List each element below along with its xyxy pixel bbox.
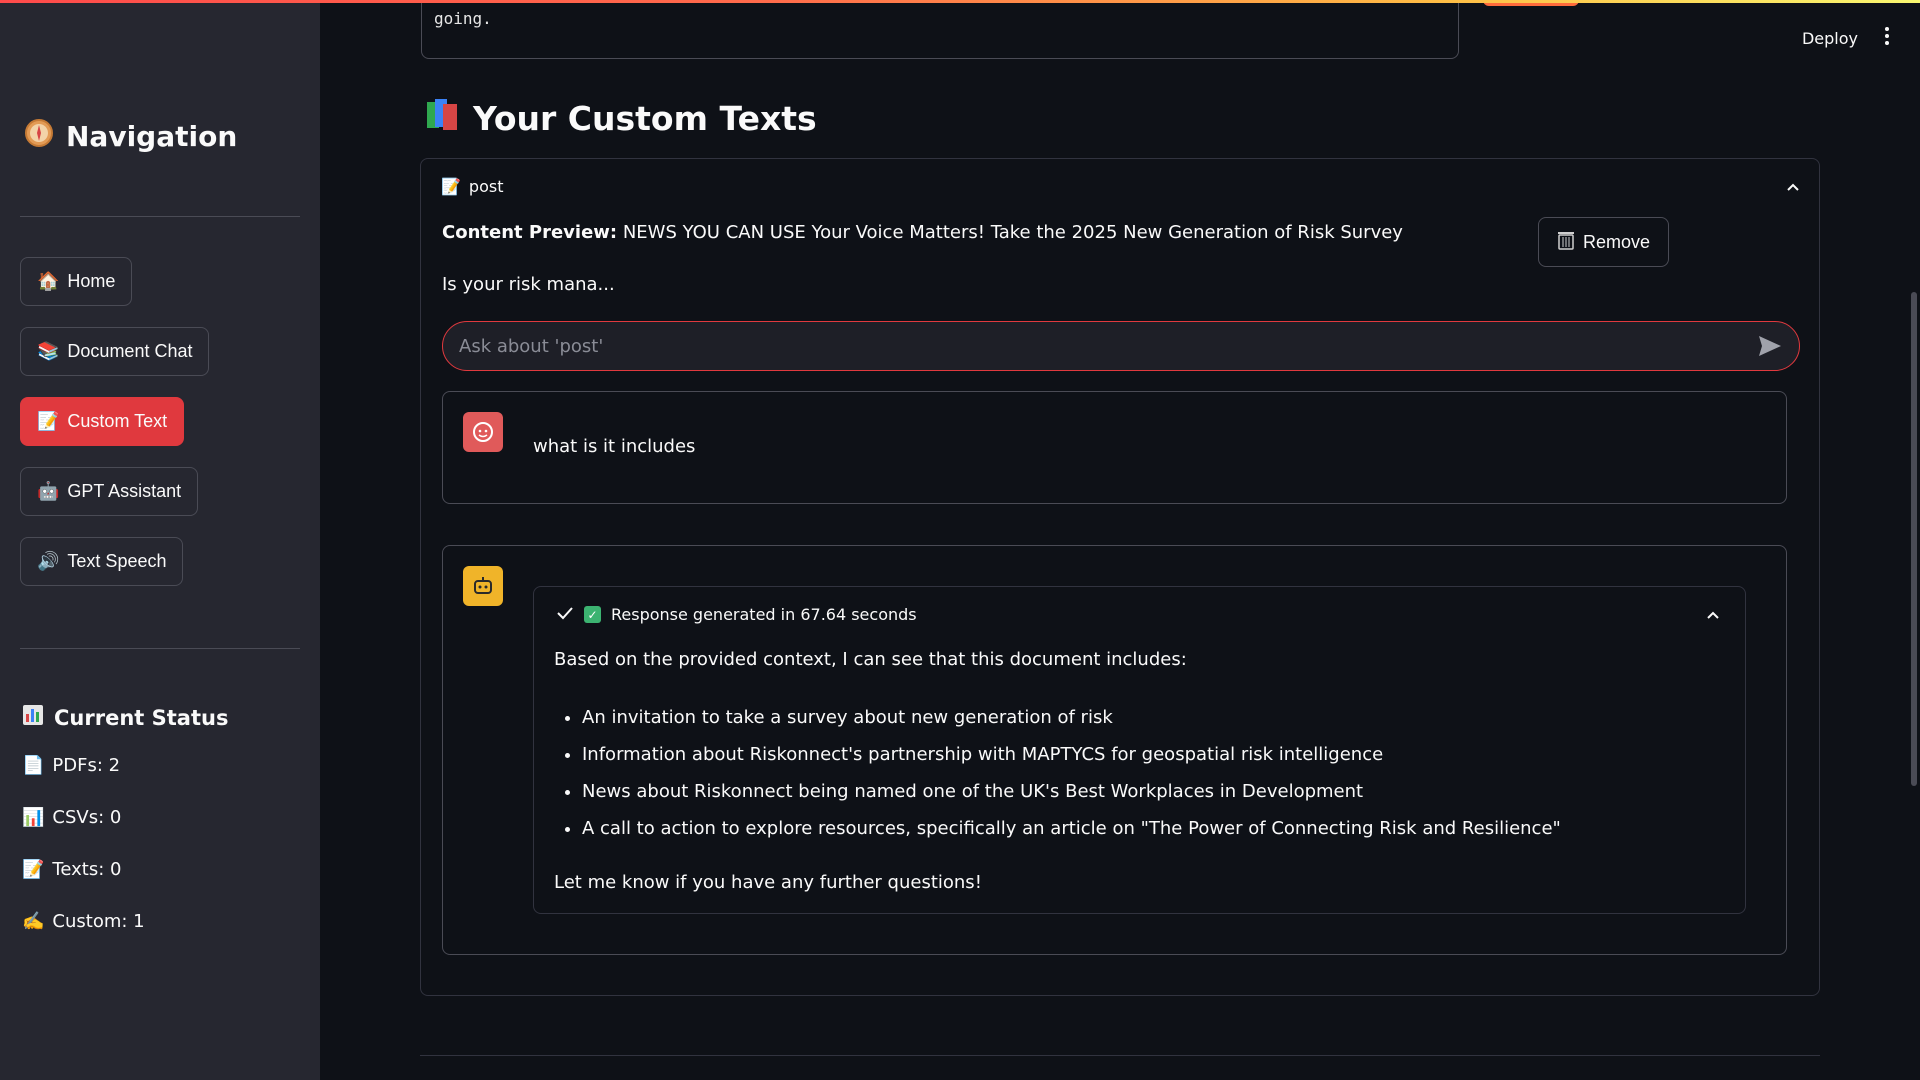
response-list: An invitation to take a survey about new… — [582, 699, 1561, 847]
house-icon: 🏠 — [37, 271, 60, 292]
response-intro: Based on the provided context, I can see… — [554, 649, 1187, 670]
memo-icon: 📝 — [37, 411, 60, 432]
status-title: Current Status — [22, 704, 228, 731]
bot-avatar-icon — [463, 566, 503, 606]
status-texts: 📝 Texts: 0 — [22, 859, 122, 880]
speaker-icon: 🔊 — [37, 551, 60, 572]
ask-input[interactable] — [459, 335, 1757, 357]
trash-icon — [1557, 230, 1575, 255]
status-custom: ✍️ Custom: 1 — [22, 911, 145, 932]
bar-chart-icon: 📊 — [22, 807, 45, 828]
sidebar-divider — [20, 216, 300, 217]
page-icon: 📄 — [22, 755, 45, 776]
section-title: Your Custom Texts — [425, 96, 817, 140]
memo-icon: 📝 — [441, 177, 461, 196]
assistant-message: ✓ Response generated in 67.64 seconds Ba… — [442, 545, 1787, 955]
content-preview-continued: Is your risk mana... — [442, 274, 615, 295]
user-message-text: what is it includes — [533, 436, 696, 457]
memo-icon: 📝 — [22, 859, 45, 880]
response-outro: Let me know if you have any further ques… — [554, 872, 982, 893]
check-icon — [556, 605, 574, 624]
nav-home-button[interactable]: 🏠 Home — [20, 257, 133, 306]
books-icon: 📚 — [37, 341, 60, 362]
expander-header[interactable]: 📝 post — [441, 177, 503, 196]
bottom-divider — [420, 1055, 1820, 1056]
status-pdfs: 📄 PDFs: 2 — [22, 755, 121, 776]
sidebar: Navigation 🏠 Home 📚 Document Chat 📝 Cust… — [0, 0, 320, 1080]
list-item: Information about Riskonnect's partnersh… — [582, 736, 1561, 773]
chevron-up-icon[interactable] — [1703, 605, 1723, 625]
writing-hand-icon: ✍️ — [22, 911, 45, 932]
remove-button[interactable]: Remove — [1538, 217, 1669, 267]
nav-gpt-assistant-button[interactable]: 🤖 GPT Assistant — [20, 467, 199, 516]
sidebar-divider — [20, 648, 300, 649]
nav-custom-text-button[interactable]: 📝 Custom Text — [20, 397, 185, 446]
custom-text-expander: 📝 post Content Preview: NEWS YOU CAN USE… — [420, 158, 1820, 996]
nav-document-chat-button[interactable]: 📚 Document Chat — [20, 327, 210, 376]
response-header[interactable]: ✓ Response generated in 67.64 seconds — [556, 605, 917, 624]
bar-chart-icon — [22, 704, 44, 731]
scrollbar[interactable] — [1911, 292, 1917, 786]
send-icon[interactable] — [1757, 333, 1783, 359]
top-progress-bar — [0, 0, 1920, 3]
user-message: what is it includes — [442, 391, 1787, 504]
nav-text-speech-button[interactable]: 🔊 Text Speech — [20, 537, 184, 586]
compass-icon — [24, 118, 54, 155]
response-expander: ✓ Response generated in 67.64 seconds Ba… — [533, 586, 1746, 914]
user-avatar-icon — [463, 412, 503, 452]
main-content: going. Deploy Your Custom Texts 📝 post C… — [320, 0, 1920, 1080]
list-item: News about Riskonnect being named one of… — [582, 773, 1561, 810]
previous-text-area[interactable]: going. — [421, 0, 1459, 59]
ask-input-container — [442, 321, 1800, 371]
books-icon — [425, 96, 461, 140]
list-item: A call to action to explore resources, s… — [582, 810, 1561, 847]
deploy-button[interactable]: Deploy — [1802, 29, 1858, 48]
list-item: An invitation to take a survey about new… — [582, 699, 1561, 736]
header-actions: Deploy — [1802, 26, 1890, 50]
more-menu-icon[interactable] — [1884, 26, 1890, 50]
status-csvs: 📊 CSVs: 0 — [22, 807, 122, 828]
content-preview: Content Preview: NEWS YOU CAN USE Your V… — [442, 222, 1403, 243]
check-box-icon: ✓ — [584, 606, 601, 623]
chevron-up-icon[interactable] — [1783, 177, 1803, 197]
robot-icon: 🤖 — [37, 481, 60, 502]
sidebar-title: Navigation — [24, 118, 237, 155]
